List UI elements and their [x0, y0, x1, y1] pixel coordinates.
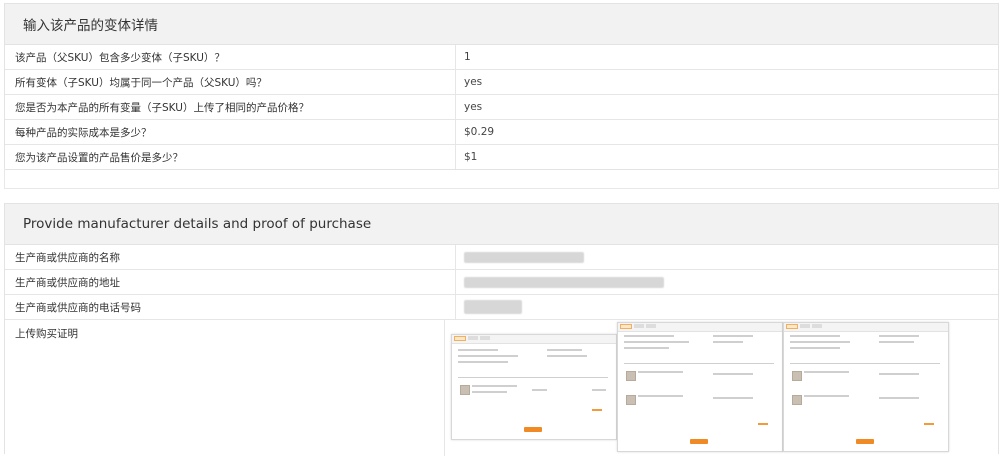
field-label: 生产商或供应商的地址 — [5, 270, 456, 294]
text-line — [804, 395, 849, 397]
text-line — [790, 335, 840, 337]
answer-value: yes — [464, 101, 483, 113]
divider — [624, 363, 774, 364]
text-line — [592, 389, 606, 391]
answer-value: yes — [464, 76, 483, 88]
question-label: 您为该产品设置的产品售价是多少？ — [5, 145, 456, 169]
proof-images — [445, 320, 998, 456]
text-line — [547, 349, 582, 351]
redacted-value — [456, 245, 998, 269]
text-line — [458, 349, 498, 351]
answer-value: $1 — [464, 151, 478, 163]
text-line — [624, 347, 669, 349]
thumb-tabs — [618, 323, 782, 332]
text-line — [638, 395, 683, 397]
answer-value: $0.29 — [464, 126, 495, 138]
redacted-value — [456, 295, 998, 319]
text-line — [804, 371, 849, 373]
price-text — [924, 423, 934, 425]
price-text — [758, 423, 768, 425]
text-line — [532, 389, 547, 391]
product-image — [626, 371, 636, 381]
detail-row: 该产品（父SKU）包含多少变体（子SKU）？ 1 — [5, 45, 998, 70]
text-line — [790, 341, 850, 343]
text-line — [458, 355, 518, 357]
product-image — [460, 385, 470, 395]
answer-value: 1 — [464, 51, 471, 63]
thumb-tabs — [452, 335, 616, 344]
detail-row: 每种产品的实际成本是多少？ $0.29 — [5, 120, 998, 145]
text-line — [790, 347, 840, 349]
manufacturer-section: Provide manufacturer details and proof o… — [4, 203, 999, 456]
question-label: 每种产品的实际成本是多少？ — [5, 120, 456, 144]
detail-row: 您是否为本产品的所有变量（子SKU）上传了相同的产品价格？ yes — [5, 95, 998, 120]
text-line — [472, 391, 507, 393]
field-label: 上传购买证明 — [5, 320, 445, 456]
product-image — [626, 395, 636, 405]
proof-of-purchase-row: 上传购买证明 — [5, 320, 998, 456]
receipt-thumbnail-1[interactable] — [451, 334, 617, 440]
product-image — [792, 395, 802, 405]
variant-details-section: 输入该产品的变体详情 该产品（父SKU）包含多少变体（子SKU）？ 1 所有变体… — [4, 3, 999, 170]
price-text — [592, 409, 602, 411]
text-line — [713, 335, 753, 337]
redacted-value — [456, 270, 998, 294]
detail-row: 生产商或供应商的电话号码 — [5, 295, 998, 320]
action-button — [690, 439, 708, 444]
text-line — [472, 385, 517, 387]
text-line — [624, 335, 674, 337]
text-line — [879, 373, 919, 375]
text-line — [458, 361, 508, 363]
receipt-thumbnail-2[interactable] — [617, 322, 783, 452]
text-line — [879, 341, 914, 343]
divider — [458, 377, 608, 378]
question-label: 该产品（父SKU）包含多少变体（子SKU）？ — [5, 45, 456, 69]
detail-row: 所有变体（子SKU）均属于同一个产品（父SKU）吗？ yes — [5, 70, 998, 95]
action-button — [524, 427, 542, 432]
text-line — [713, 397, 753, 399]
action-button — [856, 439, 874, 444]
page: 输入该产品的变体详情 该产品（父SKU）包含多少变体（子SKU）？ 1 所有变体… — [0, 0, 999, 456]
thumb-tabs — [784, 323, 948, 332]
question-label: 您是否为本产品的所有变量（子SKU）上传了相同的产品价格？ — [5, 95, 456, 119]
detail-row: 生产商或供应商的地址 — [5, 270, 998, 295]
text-line — [547, 355, 587, 357]
text-line — [879, 397, 919, 399]
field-label: 生产商或供应商的电话号码 — [5, 295, 456, 319]
text-line — [624, 341, 689, 343]
text-line — [713, 341, 743, 343]
text-line — [713, 373, 753, 375]
divider — [790, 363, 940, 364]
section-title: Provide manufacturer details and proof o… — [5, 204, 998, 245]
detail-row: 生产商或供应商的名称 — [5, 245, 998, 270]
question-label: 所有变体（子SKU）均属于同一个产品（父SKU）吗？ — [5, 70, 456, 94]
field-label: 生产商或供应商的名称 — [5, 245, 456, 269]
detail-row: 您为该产品设置的产品售价是多少？ $1 — [5, 145, 998, 169]
receipt-thumbnail-3[interactable] — [783, 322, 949, 452]
section-spacer — [4, 168, 999, 189]
text-line — [638, 371, 683, 373]
text-line — [879, 335, 919, 337]
product-image — [792, 371, 802, 381]
section-title: 输入该产品的变体详情 — [5, 4, 998, 45]
